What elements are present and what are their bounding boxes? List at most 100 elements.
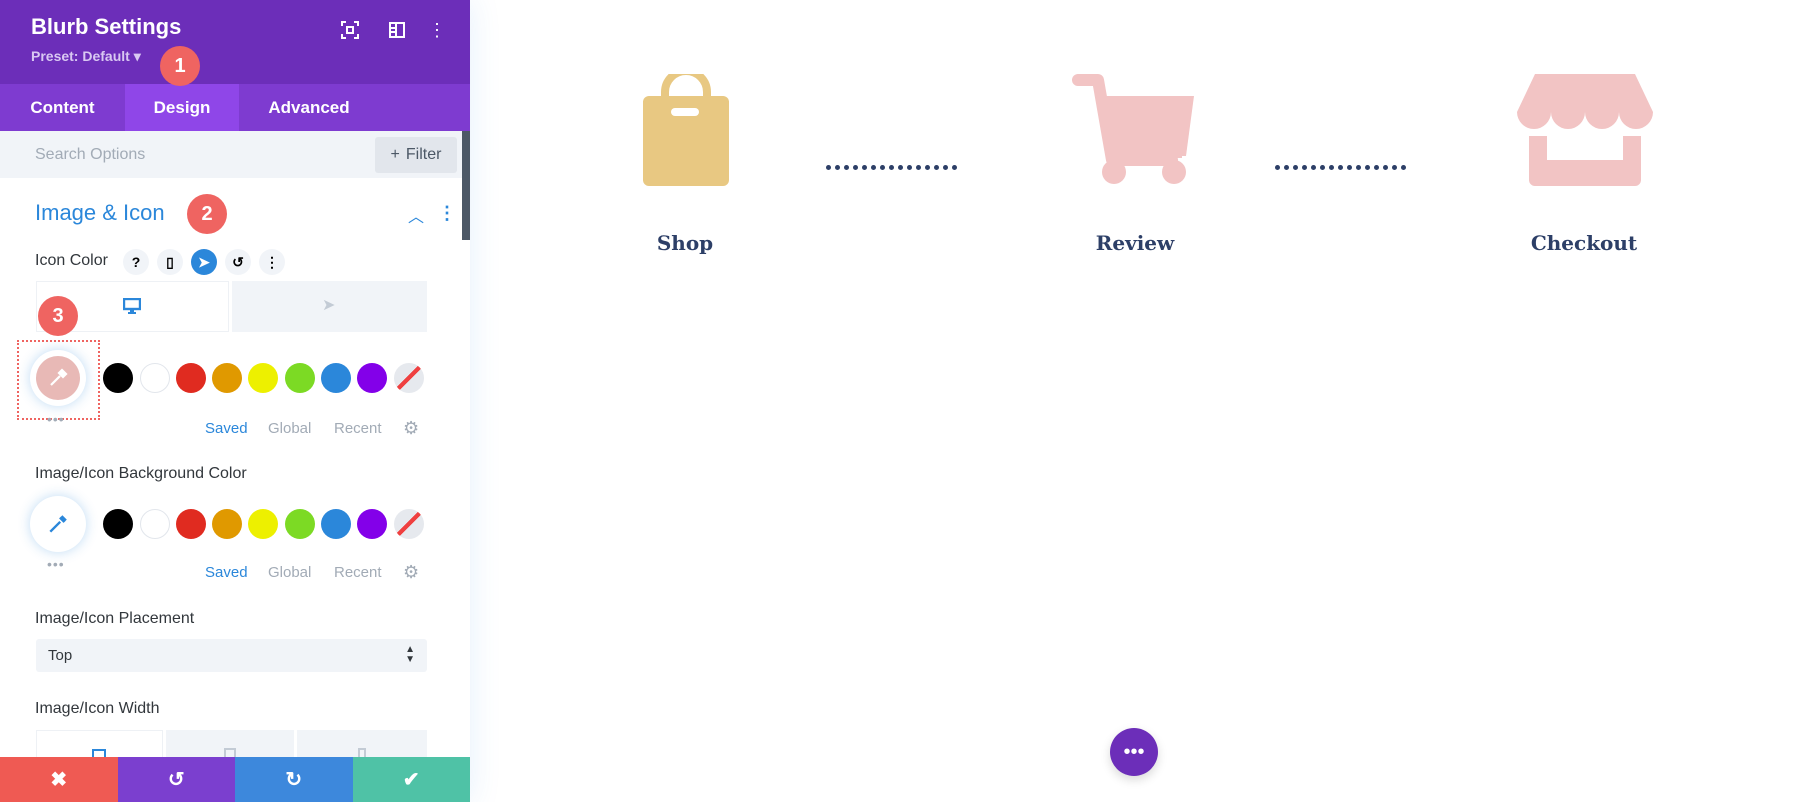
panel-header: Blurb Settings Preset: Default ▾ ⋮ [0, 0, 470, 84]
tab-design[interactable]: Design [125, 84, 239, 131]
hover-state-tab[interactable]: ➤ [232, 281, 427, 332]
gear-icon[interactable]: ⚙ [403, 418, 419, 439]
undo-icon: ↺ [167, 769, 185, 791]
icon-color-label: Icon Color [35, 252, 108, 269]
palette-tab-global[interactable]: Global [268, 420, 311, 437]
color-swatch[interactable] [285, 509, 315, 539]
bg-color-picker[interactable] [30, 496, 86, 552]
dot [934, 164, 939, 170]
color-swatch[interactable] [212, 363, 242, 393]
responsive-phone-icon[interactable]: ▯ [157, 249, 183, 275]
redo-button[interactable]: ↻ [235, 757, 353, 802]
fullscreen-icon[interactable] [338, 18, 362, 42]
hover-cursor-icon[interactable]: ➤ [191, 249, 217, 275]
more-dots-icon[interactable]: ••• [47, 556, 65, 572]
split-view-icon[interactable] [385, 18, 409, 42]
color-swatch[interactable] [140, 363, 170, 393]
scrollbar[interactable] [462, 131, 470, 240]
width-tablet-tab[interactable] [166, 730, 294, 762]
dot [880, 164, 885, 170]
section-title[interactable]: Image & Icon [35, 200, 165, 226]
color-swatch[interactable] [321, 509, 351, 539]
save-button[interactable]: ✔ [352, 757, 470, 802]
color-swatch[interactable] [357, 509, 387, 539]
redo-icon: ↻ [285, 769, 303, 791]
tab-bar: Content Design Advanced [0, 84, 470, 131]
section-menu-icon[interactable]: ⋮ [438, 203, 456, 224]
color-swatch[interactable] [321, 363, 351, 393]
preset-dropdown[interactable]: Preset: Default ▾ [31, 48, 141, 65]
palette-tab-saved[interactable]: Saved [205, 420, 248, 437]
undo-button[interactable]: ↺ [117, 757, 235, 802]
dot [916, 164, 921, 170]
plus-icon: + [390, 146, 400, 163]
cursor-icon: ➤ [322, 297, 336, 314]
dot [1401, 164, 1406, 170]
storefront-icon [1517, 74, 1653, 191]
dot [1392, 164, 1397, 170]
color-swatch[interactable] [394, 509, 424, 539]
dot [943, 164, 948, 170]
step-label-shop: Shop [656, 231, 714, 255]
color-swatch[interactable] [248, 363, 278, 393]
reset-icon[interactable]: ↺ [225, 249, 251, 275]
page-settings-button[interactable]: ••• [1110, 728, 1158, 776]
placement-select[interactable]: Top ▲ ▼ [36, 639, 427, 672]
dot [1347, 164, 1352, 170]
search-input[interactable]: Search Options [35, 146, 145, 164]
more-options-icon[interactable]: ⋮ [425, 18, 449, 42]
color-swatch[interactable] [357, 363, 387, 393]
dot [1365, 164, 1370, 170]
filter-label: Filter [405, 146, 442, 163]
check-icon: ✔ [402, 769, 420, 791]
dot [826, 164, 831, 170]
dot [898, 164, 903, 170]
color-swatch[interactable] [285, 363, 315, 393]
color-swatch[interactable] [176, 363, 206, 393]
tab-advanced[interactable]: Advanced [239, 84, 379, 131]
placement-label: Image/Icon Placement [35, 610, 195, 627]
cancel-button[interactable]: ✖ [0, 757, 118, 802]
panel-title: Blurb Settings [31, 14, 182, 39]
step-badge-2: 2 [187, 194, 227, 234]
color-swatch[interactable] [212, 509, 242, 539]
color-swatch[interactable] [248, 509, 278, 539]
settings-panel: Blurb Settings Preset: Default ▾ ⋮ Conte… [0, 0, 470, 802]
field-menu-icon[interactable]: ⋮ [259, 249, 285, 275]
select-arrows-icon: ▲ ▼ [405, 644, 415, 665]
dot [1284, 164, 1289, 170]
color-swatch[interactable] [103, 363, 133, 393]
icon-color-picker[interactable] [30, 350, 86, 406]
palette-tab-saved[interactable]: Saved [205, 564, 248, 581]
palette-tab-global[interactable]: Global [268, 564, 311, 581]
dot [889, 164, 894, 170]
gear-icon[interactable]: ⚙ [403, 562, 419, 583]
dot [853, 164, 858, 170]
collapse-chevron-icon[interactable]: ︿ [408, 203, 424, 227]
dot [925, 164, 930, 170]
color-swatch[interactable] [103, 509, 133, 539]
close-icon: ✖ [50, 769, 68, 791]
eyedropper-icon [36, 356, 80, 400]
filter-button[interactable]: + Filter [375, 137, 457, 173]
dot [871, 164, 876, 170]
dot [952, 164, 957, 170]
color-swatch[interactable] [394, 363, 424, 393]
palette-tab-recent[interactable]: Recent [334, 420, 382, 437]
dot [1275, 164, 1280, 170]
help-icon[interactable]: ? [123, 249, 149, 275]
step-badge-1: 1 [160, 46, 200, 86]
tab-content[interactable]: Content [0, 84, 125, 131]
step-badge-3: 3 [38, 296, 78, 336]
dot [1320, 164, 1325, 170]
dot [1311, 164, 1316, 170]
palette-tab-recent[interactable]: Recent [334, 564, 382, 581]
width-desktop-tab[interactable] [36, 730, 163, 763]
color-swatch[interactable] [140, 509, 170, 539]
width-label: Image/Icon Width [35, 700, 160, 717]
dot [844, 164, 849, 170]
more-dots-icon[interactable]: ••• [47, 411, 65, 427]
step-label-review: Review [1095, 231, 1175, 255]
width-phone-tab[interactable] [297, 730, 427, 762]
color-swatch[interactable] [176, 509, 206, 539]
